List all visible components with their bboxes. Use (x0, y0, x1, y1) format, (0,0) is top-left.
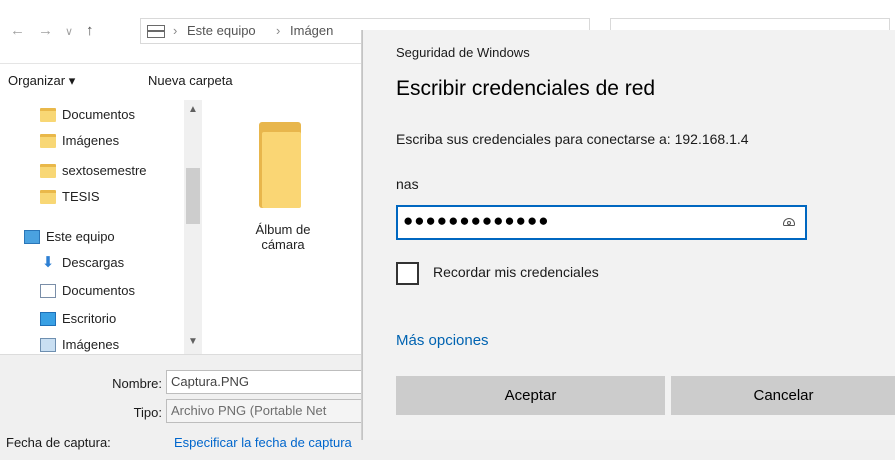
filetype-select[interactable]: Archivo PNG (Portable Net (166, 399, 366, 423)
organize-menu-button[interactable]: Organizar ▾ (8, 73, 75, 89)
navigation-pane: Documentos Imágenes sextosemestre TESIS … (0, 100, 203, 354)
nav-item-label: TESIS (62, 189, 100, 204)
folder-icon-front (262, 132, 301, 208)
folder-item-label[interactable]: Álbum de cámara (233, 222, 333, 252)
filetype-label: Tipo: (133, 405, 162, 420)
up-arrow-icon[interactable]: ↑ (86, 22, 94, 39)
nav-item-label: sextosemestre (62, 163, 147, 178)
filename-field[interactable]: Captura.PNG (166, 370, 366, 394)
dialog-title: Escribir credenciales de red (396, 77, 656, 100)
breadcrumb-separator: › (276, 23, 281, 38)
scrollbar-thumb[interactable] (186, 168, 200, 224)
credentials-dialog: Seguridad de Windows Escribir credencial… (362, 30, 895, 440)
dialog-caption: Seguridad de Windows (396, 45, 530, 60)
desktop-icon (40, 312, 56, 326)
nav-item-label: Este equipo (46, 229, 115, 244)
scroll-down-icon[interactable]: ▼ (184, 336, 202, 347)
nav-item-label: Documentos (62, 283, 135, 298)
accept-button[interactable]: Aceptar (396, 376, 665, 415)
scroll-up-icon[interactable]: ▲ (184, 104, 202, 115)
pc-icon (24, 230, 40, 244)
nav-item-label: Descargas (62, 255, 125, 270)
dialog-description: Escriba sus credenciales para conectarse… (396, 131, 749, 147)
capture-date-link[interactable]: Especificar la fecha de captura (174, 435, 352, 450)
folder-icon (40, 134, 56, 148)
new-folder-button[interactable]: Nueva carpeta (148, 73, 233, 88)
filename-label: Nombre: (112, 376, 162, 391)
nav-pane-scrollbar[interactable]: ▲ ▼ (184, 100, 202, 354)
cancel-button[interactable]: Cancelar (671, 376, 895, 415)
breadcrumb-este-equipo[interactable]: Este equipo (187, 23, 256, 38)
breadcrumb-imagenes[interactable]: Imágen (290, 23, 333, 38)
forward-arrow-icon[interactable]: → (38, 22, 53, 39)
nav-item-label: Escritorio (62, 311, 117, 326)
folder-icon[interactable] (259, 122, 301, 208)
remember-credentials-checkbox[interactable] (396, 262, 419, 285)
pictures-icon (40, 338, 56, 352)
nav-item-label: Imágenes (62, 133, 120, 148)
folder-label-line2: cámara (261, 237, 305, 252)
download-icon: ⬇ (41, 254, 55, 271)
username-text: nas (396, 176, 419, 192)
back-arrow-icon[interactable]: ← (10, 22, 25, 39)
breadcrumb-separator: › (173, 23, 178, 38)
capture-date-label: Fecha de captura: (6, 435, 111, 450)
remember-credentials-label[interactable]: Recordar mis credenciales (433, 264, 599, 280)
folder-label-line1: Álbum de (255, 222, 311, 237)
folder-icon (40, 190, 56, 204)
password-mask: ●●●●●●●●●●●●● (403, 211, 550, 230)
document-icon (40, 284, 56, 298)
file-list-area: Álbum de cámara (203, 100, 363, 354)
nav-item-label: Imágenes (62, 337, 120, 352)
folder-icon (40, 108, 56, 122)
reveal-password-eye-icon[interactable] (783, 218, 795, 226)
folder-icon (40, 164, 56, 178)
screen: ← → ∨ ↑ › Este equipo › Imágen Organizar… (0, 0, 895, 460)
more-options-link[interactable]: Más opciones (396, 332, 489, 349)
eye-pupil (787, 221, 791, 225)
password-field[interactable]: ●●●●●●●●●●●●● (396, 205, 807, 240)
computer-icon (147, 25, 165, 38)
recent-locations-chevron-icon[interactable]: ∨ (65, 25, 73, 38)
nav-item-label: Documentos (62, 107, 135, 122)
